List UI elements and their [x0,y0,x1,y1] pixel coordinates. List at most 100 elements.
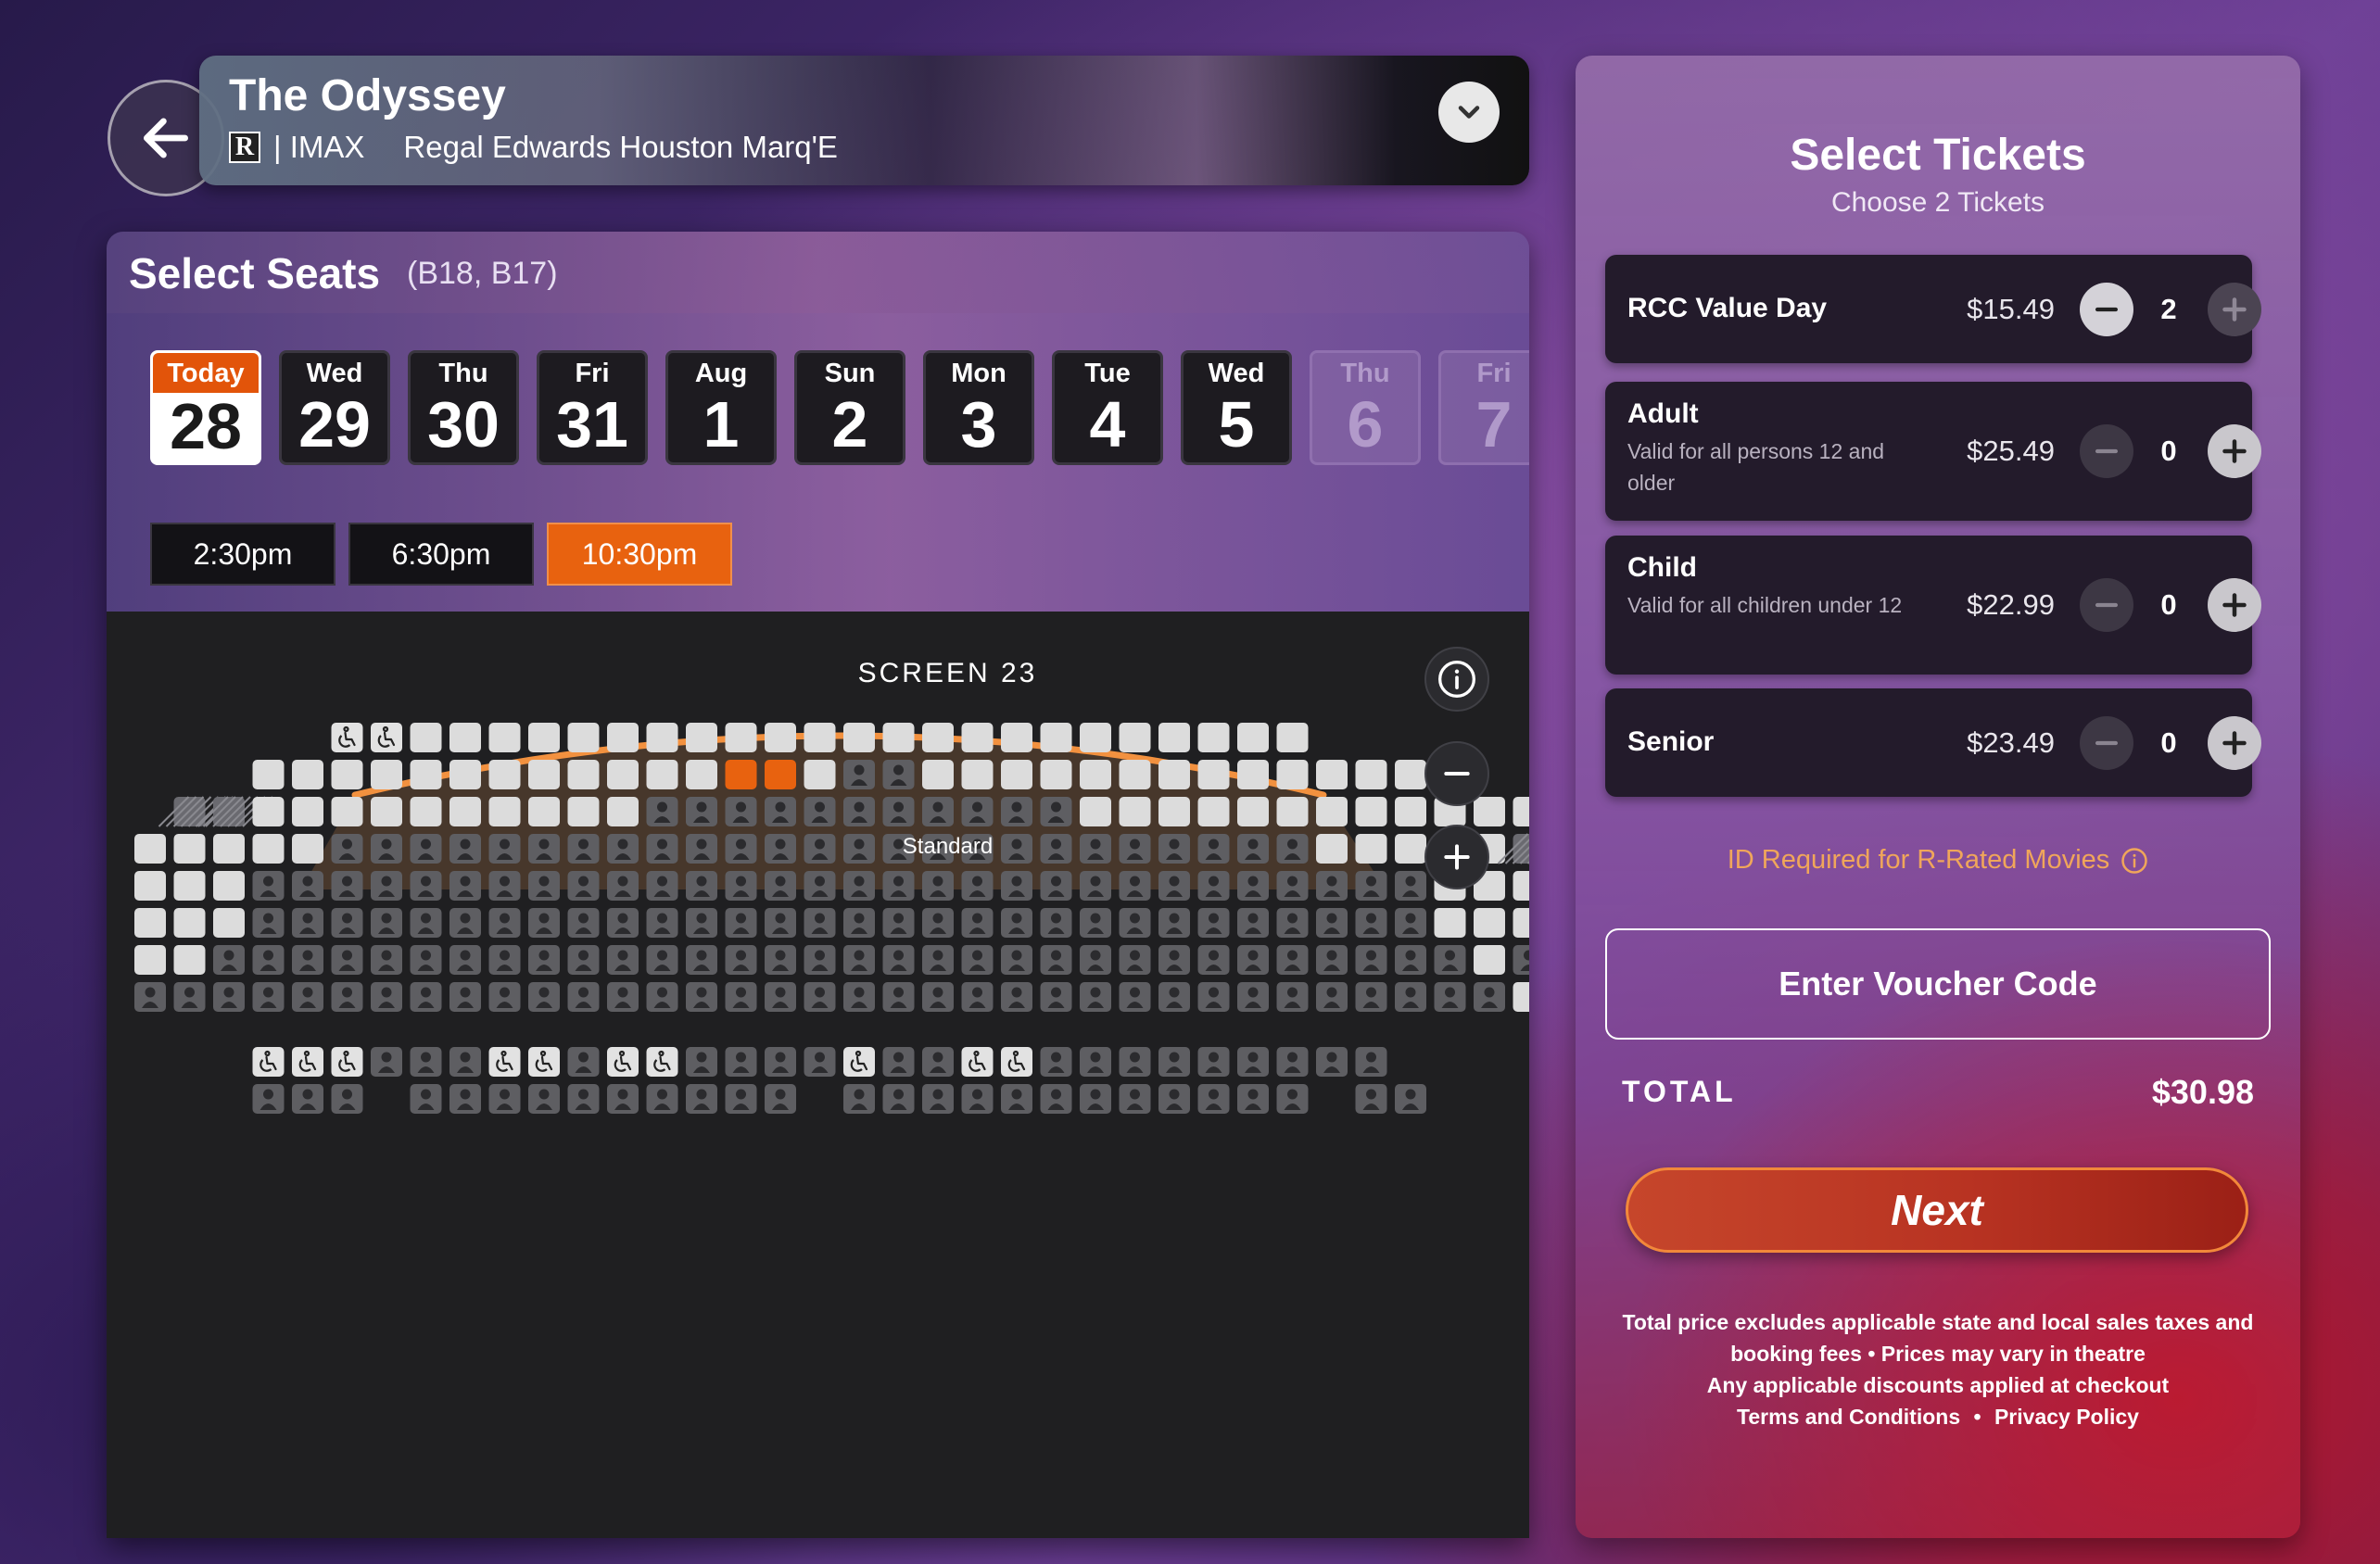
enter-voucher-button[interactable]: Enter Voucher Code [1605,928,2271,1040]
available-seat[interactable] [725,723,757,752]
available-seat[interactable] [449,723,481,752]
date-option[interactable]: Aug 1 [665,350,777,465]
available-seat[interactable] [331,760,363,789]
date-option[interactable]: Tue 4 [1052,350,1163,465]
available-seat[interactable] [1513,871,1530,901]
selected-seat[interactable] [765,760,796,789]
available-seat[interactable] [173,945,206,975]
available-seat[interactable] [1316,797,1348,826]
available-seat[interactable] [528,797,560,826]
available-seat[interactable] [646,760,678,789]
movie-dropdown-button[interactable] [1438,82,1500,143]
increase-quantity-button[interactable] [2208,282,2261,336]
decrease-quantity-button[interactable] [2080,578,2133,632]
showtime-button[interactable]: 10:30pm [547,523,732,586]
available-seat[interactable] [1080,760,1111,789]
privacy-link[interactable]: Privacy Policy [1994,1405,2139,1429]
available-seat[interactable] [1474,945,1505,975]
available-seat[interactable] [1040,760,1072,789]
available-seat[interactable] [331,797,363,826]
available-seat[interactable] [410,723,442,752]
zoom-out-button[interactable] [1424,741,1489,806]
available-seat[interactable] [292,760,323,789]
available-seat[interactable] [686,723,717,752]
available-seat[interactable] [1197,760,1230,789]
available-seat[interactable] [173,834,206,864]
available-seat[interactable] [528,760,560,789]
wheelchair-seat[interactable] [488,1047,521,1077]
available-seat[interactable] [292,797,323,826]
available-seat[interactable] [1355,760,1387,789]
available-seat[interactable] [252,797,285,826]
available-seat[interactable] [1158,797,1190,826]
available-seat[interactable] [1395,797,1426,826]
available-seat[interactable] [804,723,836,752]
available-seat[interactable] [1040,723,1072,752]
available-seat[interactable] [371,760,402,789]
available-seat[interactable] [410,760,442,789]
available-seat[interactable] [1395,760,1426,789]
available-seat[interactable] [292,834,323,864]
available-seat[interactable] [607,723,639,752]
available-seat[interactable] [134,945,166,975]
date-option[interactable]: Mon 3 [923,350,1034,465]
seat-map-info-button[interactable] [1424,647,1489,712]
available-seat[interactable] [410,797,442,826]
available-seat[interactable] [961,723,994,752]
available-seat[interactable] [843,723,875,752]
available-seat[interactable] [371,797,402,826]
available-seat[interactable] [1001,760,1032,789]
available-seat[interactable] [922,723,954,752]
available-seat[interactable] [252,760,285,789]
available-seat[interactable] [1434,908,1466,938]
available-seat[interactable] [488,723,521,752]
available-seat[interactable] [1237,760,1269,789]
available-seat[interactable] [882,723,915,752]
available-seat[interactable] [173,871,206,901]
available-seat[interactable] [1474,797,1505,826]
available-seat[interactable] [213,908,245,938]
available-seat[interactable] [528,723,560,752]
wheelchair-seat[interactable] [646,1047,678,1077]
zoom-in-button[interactable] [1424,825,1489,889]
available-seat[interactable] [1276,723,1309,752]
available-seat[interactable] [607,797,639,826]
date-option[interactable]: Sun 2 [794,350,905,465]
available-seat[interactable] [1355,797,1387,826]
wheelchair-seat[interactable] [371,723,402,752]
available-seat[interactable] [765,723,796,752]
decrease-quantity-button[interactable] [2080,424,2133,478]
available-seat[interactable] [646,723,678,752]
date-option[interactable]: Thu 30 [408,350,519,465]
decrease-quantity-button[interactable] [2080,282,2133,336]
available-seat[interactable] [1316,760,1348,789]
wheelchair-seat[interactable] [843,1047,875,1077]
available-seat[interactable] [213,834,245,864]
available-seat[interactable] [488,760,521,789]
increase-quantity-button[interactable] [2208,424,2261,478]
wheelchair-seat[interactable] [252,1047,285,1077]
available-seat[interactable] [1197,797,1230,826]
available-seat[interactable] [686,760,717,789]
date-option[interactable]: Today 28 [150,350,261,465]
available-seat[interactable] [1080,723,1111,752]
available-seat[interactable] [1474,908,1505,938]
wheelchair-seat[interactable] [961,1047,994,1077]
available-seat[interactable] [1276,760,1309,789]
wheelchair-seat[interactable] [292,1047,323,1077]
showtime-button[interactable]: 2:30pm [150,523,335,586]
available-seat[interactable] [1513,908,1530,938]
available-seat[interactable] [1158,723,1190,752]
available-seat[interactable] [1080,797,1111,826]
available-seat[interactable] [567,797,600,826]
available-seat[interactable] [173,908,206,938]
available-seat[interactable] [252,834,285,864]
available-seat[interactable] [1237,797,1269,826]
wheelchair-seat[interactable] [607,1047,639,1077]
wheelchair-seat[interactable] [528,1047,560,1077]
wheelchair-seat[interactable] [331,1047,363,1077]
available-seat[interactable] [961,760,994,789]
available-seat[interactable] [567,760,600,789]
date-option[interactable]: Fri 31 [537,350,648,465]
available-seat[interactable] [1513,797,1530,826]
